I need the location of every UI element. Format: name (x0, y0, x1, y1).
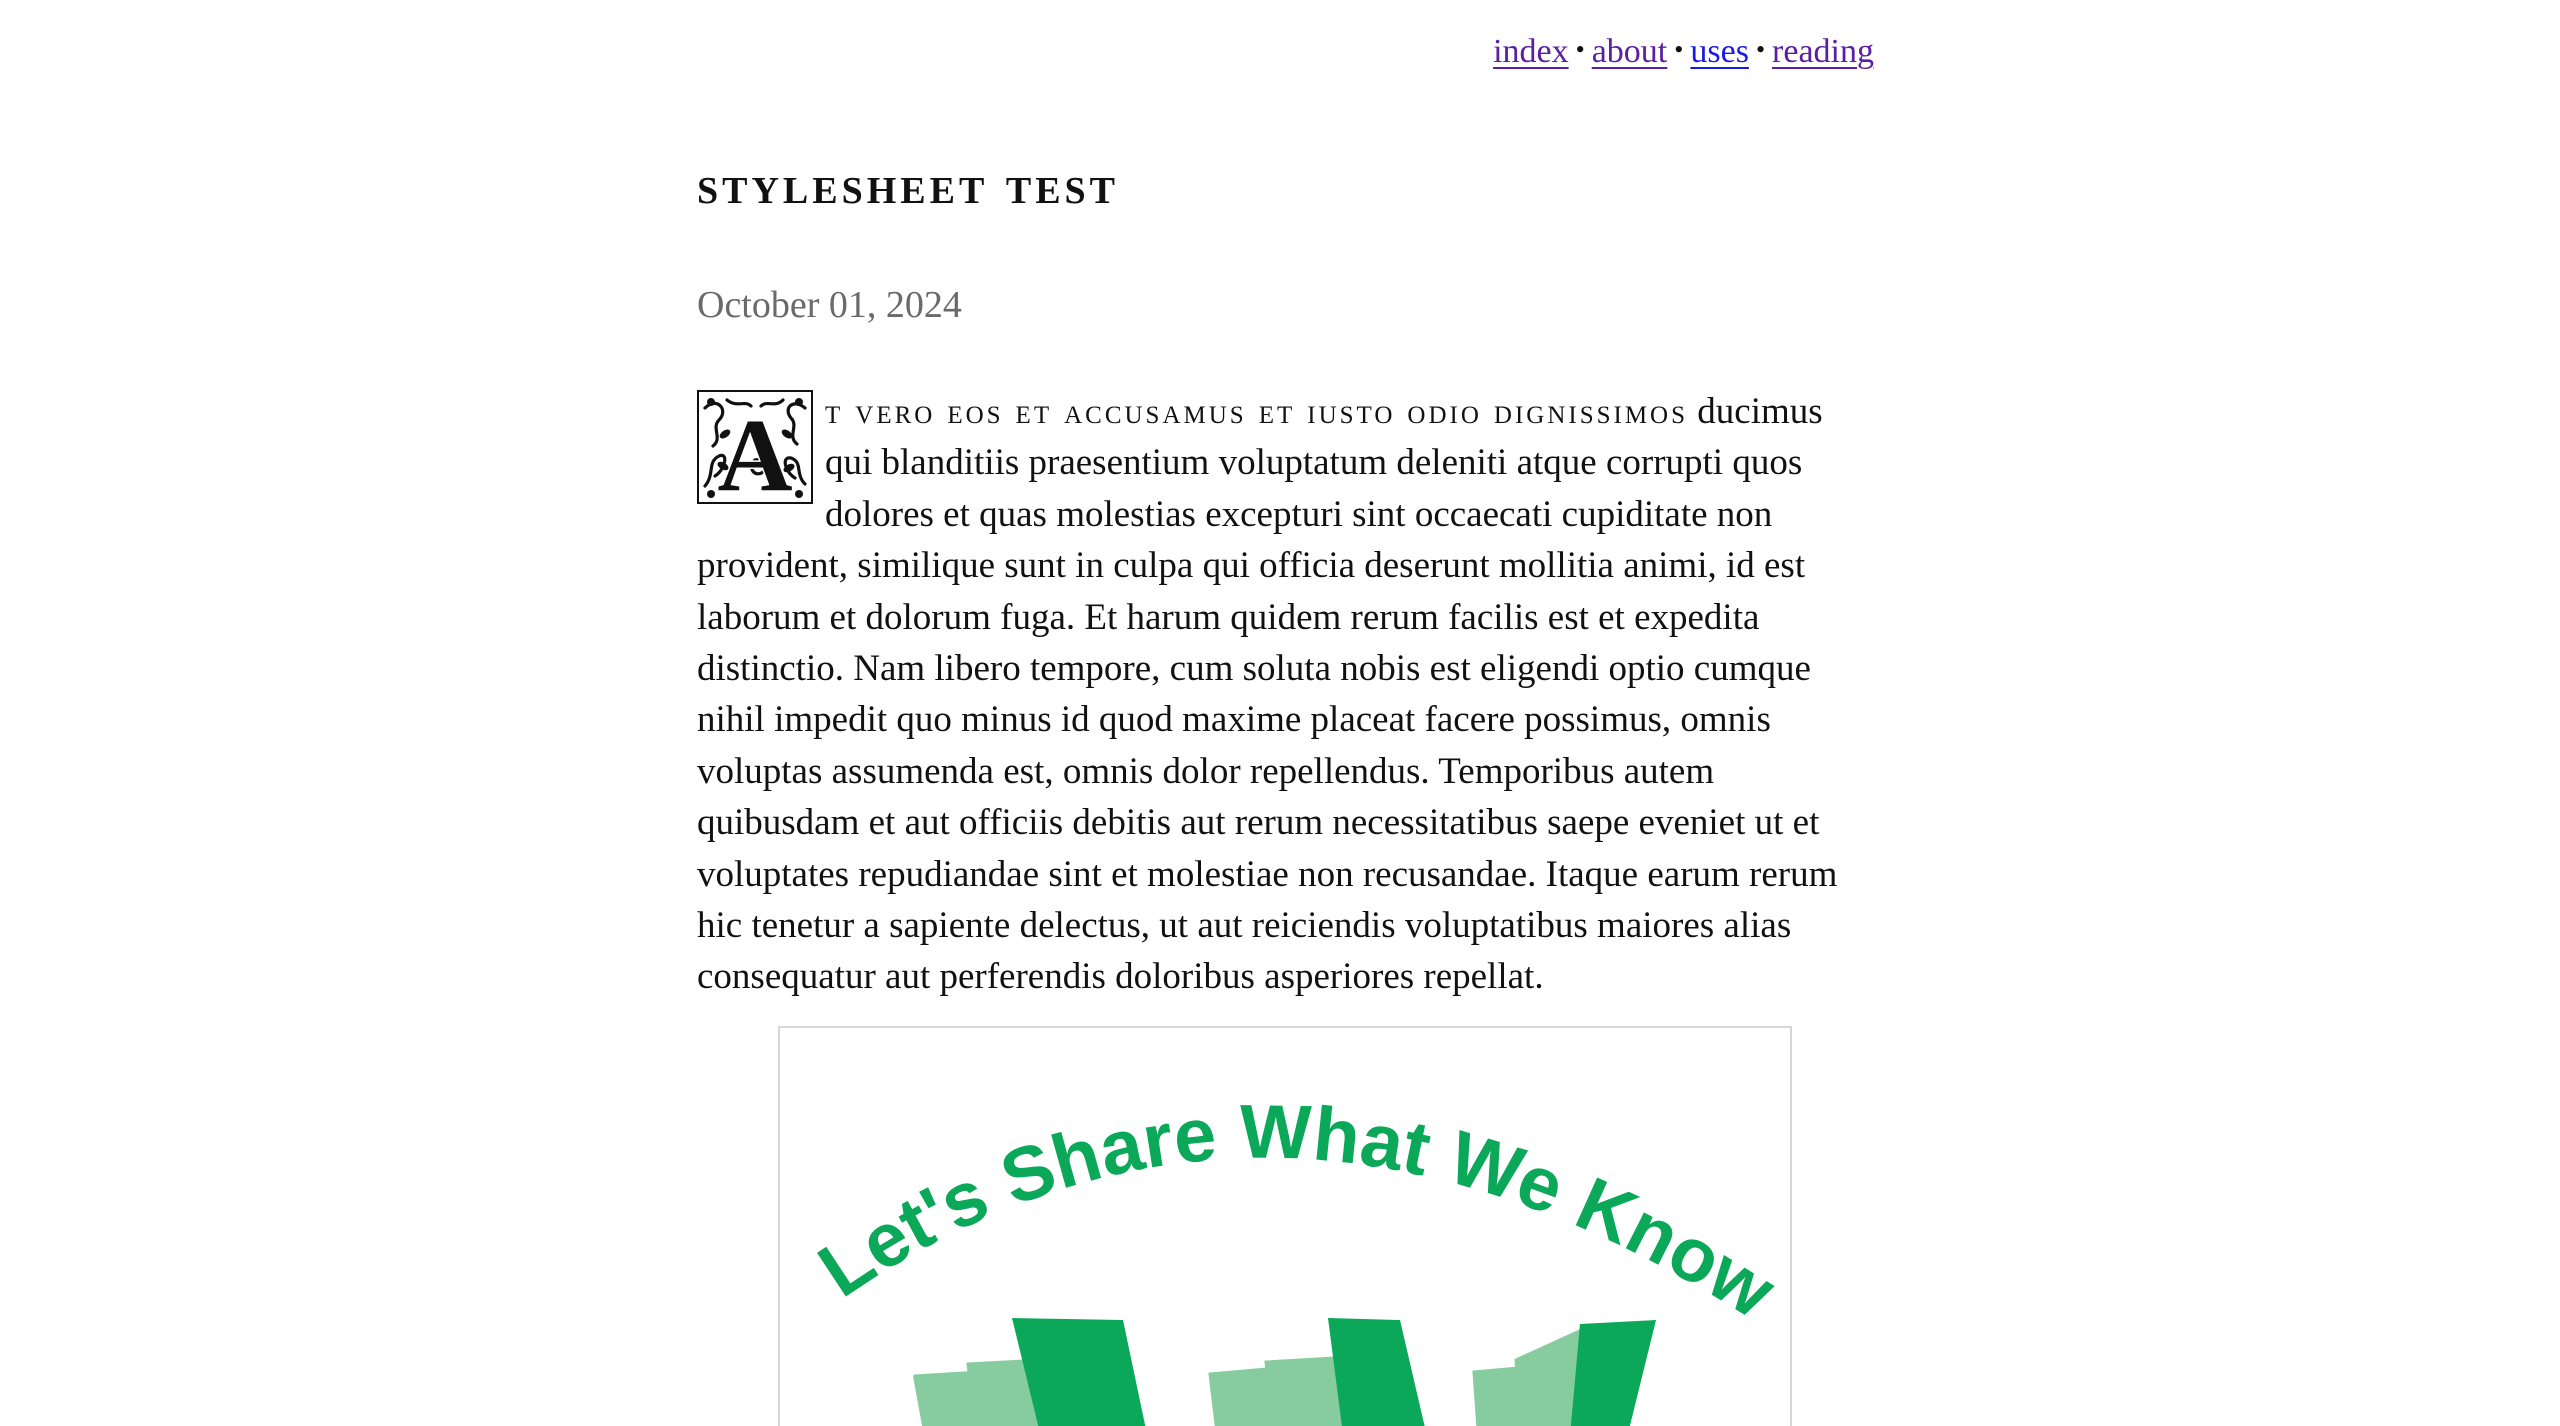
open-books-icon (913, 1318, 1656, 1426)
nav-separator: • (1674, 35, 1684, 64)
article-body: A t vero eos et accusamus et iusto odio … (697, 386, 1865, 1003)
post-date: October 01, 2024 (697, 284, 962, 326)
dropcap-letter: A (717, 398, 792, 504)
figure-image: Let's Share What We Know (778, 1026, 1792, 1426)
page: index • about • uses • reading Stylesheet Test… (0, 0, 2560, 1426)
top-navigation: index • about • uses • reading (1493, 28, 1874, 74)
nav-separator: • (1575, 35, 1585, 64)
nav-link-reading[interactable]: reading (1772, 33, 1874, 70)
nav-separator: • (1755, 35, 1766, 64)
logo-arc-text: Let's Share What We Know (804, 1089, 1790, 1335)
lets-share-logo: Let's Share What We Know (804, 1089, 1790, 1426)
lead-smallcaps-text: t vero eos et accusamus et iusto odio di… (825, 391, 1689, 431)
nav-link-uses[interactable]: uses (1690, 33, 1749, 70)
nav-link-index[interactable]: index (1493, 33, 1569, 70)
illuminated-dropcap: A (697, 390, 813, 504)
body-paragraph: ducimus qui blanditiis praesentium volup… (697, 391, 1838, 998)
post-title: Stylesheet Test (697, 155, 1120, 215)
nav-link-about[interactable]: about (1592, 33, 1668, 70)
